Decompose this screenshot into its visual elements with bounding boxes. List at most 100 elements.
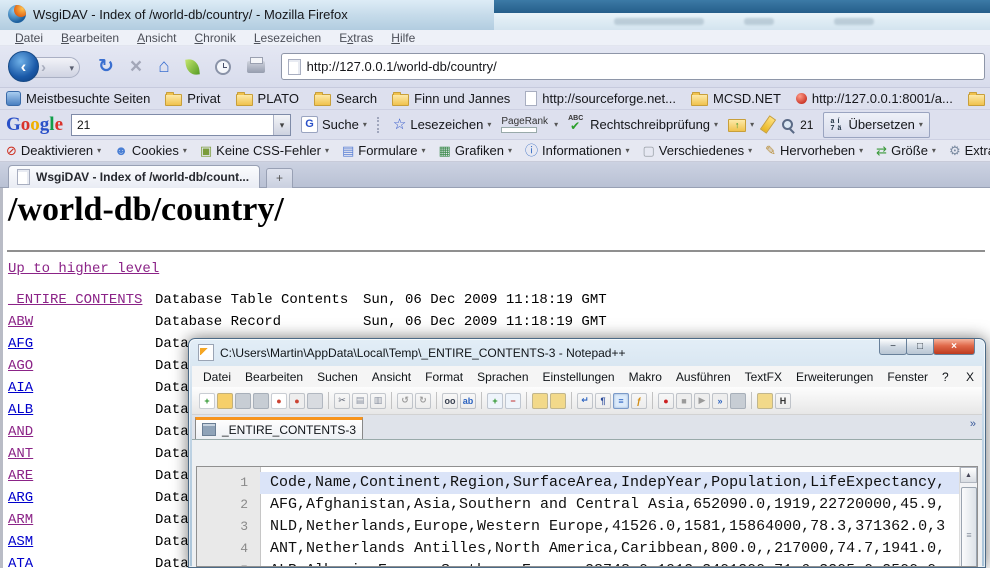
resource-link[interactable]: ABW bbox=[8, 314, 33, 330]
resource-link[interactable]: ANT bbox=[8, 446, 33, 462]
resource-link[interactable]: ATA bbox=[8, 556, 33, 568]
html-preview-icon[interactable]: H bbox=[775, 393, 791, 409]
send-to-button[interactable]: ↑ ▾ bbox=[728, 117, 754, 132]
line-text[interactable]: ALB,Albania,Europe,Southern Europe,28748… bbox=[260, 560, 960, 567]
save-icon[interactable] bbox=[235, 393, 251, 409]
tab-wsgidav[interactable]: WsgiDAV - Index of /world-db/count... bbox=[8, 165, 260, 188]
reload-button[interactable]: ↻ bbox=[98, 55, 114, 79]
menu-item[interactable]: Datei bbox=[6, 31, 52, 45]
copy-icon[interactable]: ▤ bbox=[352, 393, 368, 409]
webdev-item[interactable]: ▣ Keine CSS-Fehler ▾ bbox=[200, 143, 329, 158]
resource-link[interactable]: AGO bbox=[8, 358, 33, 374]
zoom-in-icon[interactable]: + bbox=[487, 393, 503, 409]
menu-item[interactable]: Chronik bbox=[185, 31, 244, 45]
back-button[interactable]: ‹ bbox=[8, 51, 39, 82]
line-text[interactable]: NLD,Netherlands,Europe,Western Europe,41… bbox=[260, 516, 960, 538]
word-wrap-icon[interactable]: ↵ bbox=[577, 393, 593, 409]
chevron-down-icon[interactable]: ▾ bbox=[919, 120, 923, 129]
notepad-menu-item[interactable]: TextFX bbox=[738, 370, 789, 384]
sync-scroll-v-icon[interactable] bbox=[532, 393, 548, 409]
close-doc-icon[interactable]: ● bbox=[271, 393, 287, 409]
notepad-menu-item[interactable]: ? bbox=[935, 370, 956, 384]
notepad-titlebar[interactable]: C:\Users\Martin\AppData\Local\Temp\_ENTI… bbox=[198, 344, 625, 361]
editor-line[interactable]: 5 ALB,Albania,Europe,Southern Europe,287… bbox=[197, 560, 960, 567]
translate-button[interactable]: aí7ä Übersetzen ▾ bbox=[823, 112, 930, 138]
minimize-button[interactable]: − bbox=[879, 339, 907, 355]
new-file-icon[interactable]: + bbox=[199, 393, 215, 409]
undo-icon[interactable]: ↺ bbox=[397, 393, 413, 409]
notepad-menu-item[interactable]: Einstellungen bbox=[536, 370, 622, 384]
macro-record-icon[interactable]: ● bbox=[658, 393, 674, 409]
print-icon[interactable] bbox=[307, 393, 323, 409]
resource-link[interactable]: ARM bbox=[8, 512, 33, 528]
chevron-down-icon[interactable]: ▾ bbox=[508, 146, 512, 155]
webdev-item[interactable]: ▤ Formulare ▾ bbox=[342, 143, 426, 158]
chevron-down-icon[interactable]: ▾ bbox=[422, 146, 426, 155]
notepad-menu-item[interactable]: Sprachen bbox=[470, 370, 535, 384]
line-text[interactable]: AFG,Afghanistan,Asia,Southern and Centra… bbox=[260, 494, 960, 516]
spellcheck-button[interactable]: ABC ✔ Rechtschreibprüfung ▾ bbox=[568, 117, 718, 132]
bookmark-item[interactable]: Meistbesuchte Seiten bbox=[6, 91, 150, 106]
macro-play-icon[interactable]: ▶ bbox=[694, 393, 710, 409]
webdev-item[interactable]: ▢ Verschiedenes ▾ bbox=[643, 143, 753, 158]
webdev-item[interactable]: ⚙ Extras ▾ bbox=[949, 143, 990, 158]
show-symbols-icon[interactable]: ¶ bbox=[595, 393, 611, 409]
webdev-item[interactable]: ⓘ Informationen ▾ bbox=[525, 143, 630, 158]
google-bookmarks-button[interactable]: ☆ Lesezeichen ▾ bbox=[393, 117, 491, 132]
webdev-item[interactable]: ▦ Grafiken ▾ bbox=[439, 143, 512, 158]
bookmark-item[interactable]: Tree Samples bbox=[968, 91, 990, 106]
stop-button[interactable]: × bbox=[130, 55, 142, 79]
notepad-menu-item[interactable]: Ansicht bbox=[365, 370, 418, 384]
close-all-icon[interactable]: ● bbox=[289, 393, 305, 409]
notepad-menu-item[interactable]: Suchen bbox=[310, 370, 365, 384]
bookmark-item[interactable]: Privat bbox=[165, 91, 220, 106]
replace-icon[interactable]: ab bbox=[460, 393, 476, 409]
open-folder-icon[interactable] bbox=[217, 393, 233, 409]
scrollbar-thumb[interactable]: ≡ bbox=[961, 487, 977, 567]
redo-icon[interactable]: ↻ bbox=[415, 393, 431, 409]
bookmark-item[interactable]: MCSD.NET bbox=[691, 91, 781, 106]
indent-guide-icon[interactable]: ≡ bbox=[613, 393, 629, 409]
chevron-down-icon[interactable]: ▾ bbox=[97, 146, 101, 155]
text-editor[interactable]: 1 Code,Name,Continent,Region,SurfaceArea… bbox=[196, 466, 978, 567]
resource-link[interactable]: AND bbox=[8, 424, 33, 440]
doc-monitor-icon[interactable] bbox=[757, 393, 773, 409]
search-dropdown-icon[interactable]: ▾ bbox=[273, 115, 290, 135]
url-bar[interactable]: http://127.0.0.1/world-db/country/ bbox=[281, 53, 985, 80]
editor-line[interactable]: 2 AFG,Afghanistan,Asia,Southern and Cent… bbox=[197, 494, 960, 516]
macro-run-multi-icon[interactable]: » bbox=[712, 393, 728, 409]
chevron-down-icon[interactable]: ▾ bbox=[625, 146, 629, 155]
bookmark-item[interactable]: Search bbox=[314, 91, 377, 106]
resource-link[interactable]: AFG bbox=[8, 336, 33, 352]
tab-entire-contents[interactable]: _ENTIRE_CONTENTS-3 bbox=[195, 417, 363, 439]
google-search-button[interactable]: G Suche ▾ bbox=[301, 116, 367, 133]
menu-item[interactable]: Hilfe bbox=[382, 31, 424, 45]
resource-link[interactable]: ARE bbox=[8, 468, 33, 484]
chevron-down-icon[interactable]: ▾ bbox=[183, 146, 187, 155]
menu-item[interactable]: Extras bbox=[330, 31, 382, 45]
resource-link[interactable]: AIA bbox=[8, 380, 33, 396]
menu-item[interactable]: Ansicht bbox=[128, 31, 185, 45]
sync-scroll-h-icon[interactable] bbox=[550, 393, 566, 409]
up-to-higher-level-link[interactable]: Up to higher level bbox=[8, 261, 159, 277]
google-search-box[interactable]: 21 ▾ bbox=[71, 114, 291, 136]
line-text[interactable]: ANT,Netherlands Antilles,North America,C… bbox=[260, 538, 960, 560]
webdev-item[interactable]: ☻ Cookies ▾ bbox=[114, 143, 187, 158]
notepad-menu-item[interactable]: Erweiterungen bbox=[789, 370, 880, 384]
chevron-down-icon[interactable]: ▾ bbox=[932, 146, 936, 155]
history-clock-icon[interactable] bbox=[215, 59, 231, 75]
paste-icon[interactable]: ▥ bbox=[370, 393, 386, 409]
editor-line[interactable]: 1 Code,Name,Continent,Region,SurfaceArea… bbox=[197, 472, 960, 494]
chevron-down-icon[interactable]: ▾ bbox=[363, 120, 367, 129]
editor-scrollbar[interactable]: ▲ ≡ bbox=[959, 467, 977, 566]
chevron-down-icon[interactable]: ▾ bbox=[750, 120, 754, 129]
chevron-down-icon[interactable]: ▾ bbox=[859, 146, 863, 155]
webdev-item[interactable]: ⇄ Größe ▾ bbox=[876, 143, 936, 158]
chevron-down-icon[interactable]: ▾ bbox=[325, 146, 329, 155]
close-document-icon[interactable]: X bbox=[966, 370, 974, 384]
scroll-up-icon[interactable]: ▲ bbox=[960, 467, 977, 483]
history-dropdown-icon[interactable]: ▾ bbox=[69, 58, 74, 78]
highlighter-button[interactable] bbox=[764, 116, 772, 133]
bookmark-item[interactable]: http://sourceforge.net... bbox=[525, 91, 676, 106]
menu-item[interactable]: Lesezeichen bbox=[245, 31, 330, 45]
